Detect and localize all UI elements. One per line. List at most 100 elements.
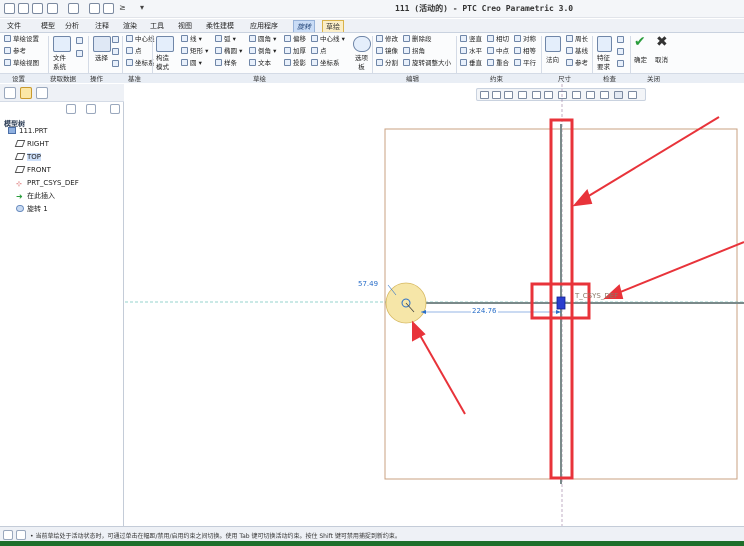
- dimension-reference-button[interactable]: 参考: [566, 59, 588, 68]
- file-system-button[interactable]: 文件 系统: [53, 54, 66, 72]
- perpendicular-constraint-button[interactable]: 垂直: [460, 59, 482, 68]
- quick-access-symbol[interactable]: ≥: [119, 3, 126, 12]
- chamfer-button[interactable]: 倒角 ▾: [249, 47, 276, 56]
- mirror-button[interactable]: 镜像: [376, 47, 398, 56]
- undo-icon[interactable]: [47, 3, 58, 14]
- tab-file[interactable]: 文件: [4, 20, 24, 32]
- regenerate-icon[interactable]: [89, 3, 100, 14]
- show-tree-icon[interactable]: [3, 530, 13, 540]
- tree-item-insert-here[interactable]: ➜ 在此插入: [16, 191, 55, 202]
- tab-render[interactable]: 渲染: [120, 20, 140, 32]
- delete-segment-button[interactable]: 删除段: [403, 35, 432, 44]
- cut-icon[interactable]: [112, 36, 121, 45]
- tree-item-revolve[interactable]: 旋转 1: [16, 204, 48, 215]
- construction-mode-button[interactable]: 构造 模式: [156, 54, 169, 72]
- tree-filter-icon[interactable]: [66, 104, 76, 114]
- datum-centerline-button[interactable]: 中心线: [126, 35, 155, 44]
- tab-revolve[interactable]: 旋转: [293, 20, 315, 32]
- horizontal-constraint-button[interactable]: 水平: [460, 47, 482, 56]
- show-browser-icon[interactable]: [16, 530, 26, 540]
- coincident-constraint-button[interactable]: 重合: [487, 59, 509, 68]
- group-dimension[interactable]: 尺寸: [558, 75, 571, 83]
- corner-button[interactable]: 拐角: [403, 47, 425, 56]
- cancel-x-icon[interactable]: ✖: [656, 34, 668, 50]
- file-system-icon[interactable]: [53, 36, 71, 52]
- offset-small-icon[interactable]: [76, 50, 85, 59]
- tree-item-right[interactable]: RIGHT: [14, 139, 49, 150]
- text-button[interactable]: 文本: [249, 59, 271, 68]
- tree-item-top[interactable]: TOP: [14, 152, 42, 163]
- tab-annotate[interactable]: 注释: [92, 20, 112, 32]
- diameter-dimension[interactable]: 57.49: [358, 280, 378, 288]
- windows-icon[interactable]: [103, 3, 114, 14]
- open-file-icon[interactable]: [18, 3, 29, 14]
- select-arrow-icon[interactable]: [93, 36, 111, 52]
- references-button[interactable]: 参考: [4, 47, 26, 56]
- group-operations[interactable]: 操作: [90, 75, 103, 83]
- palette-icon[interactable]: [353, 36, 371, 52]
- tangent-constraint-button[interactable]: 相切: [487, 35, 509, 44]
- offset-button[interactable]: 偏移: [284, 35, 306, 44]
- copy-icon[interactable]: [112, 48, 121, 57]
- spline-button[interactable]: 样条: [215, 59, 237, 68]
- vertical-constraint-button[interactable]: 竖直: [460, 35, 482, 44]
- redo-icon[interactable]: [68, 3, 79, 14]
- fillet-button[interactable]: 圆角 ▾: [249, 35, 276, 44]
- construction-mode-icon[interactable]: [156, 36, 174, 52]
- favorites-tab-icon[interactable]: [36, 87, 48, 99]
- palette-small-icon[interactable]: [76, 37, 85, 46]
- equal-constraint-button[interactable]: 相等: [514, 47, 536, 56]
- rectangle-button[interactable]: 矩形 ▾: [181, 47, 208, 56]
- feature-requirements-icon[interactable]: [597, 36, 612, 52]
- sketch-centerline-button[interactable]: 中心线 ▾: [311, 35, 345, 44]
- tab-view[interactable]: 视图: [175, 20, 195, 32]
- tree-columns-icon[interactable]: [110, 104, 120, 114]
- feature-requirements-button[interactable]: 特征 要求: [597, 54, 610, 72]
- circle-button[interactable]: 圆 ▾: [181, 59, 202, 68]
- paste-icon[interactable]: [112, 60, 121, 69]
- tab-analysis[interactable]: 分析: [62, 20, 82, 32]
- group-constrain[interactable]: 约束: [490, 75, 503, 83]
- tree-item-part[interactable]: 111.PRT: [8, 126, 47, 137]
- folder-browser-tab-icon[interactable]: [20, 87, 32, 99]
- overlap-geometry-icon[interactable]: [617, 36, 626, 45]
- perimeter-button[interactable]: 周长: [566, 35, 588, 44]
- tree-item-front[interactable]: FRONT: [14, 165, 51, 176]
- model-tree-tab-icon[interactable]: [4, 87, 16, 99]
- group-inspect[interactable]: 检查: [603, 75, 616, 83]
- tab-applications[interactable]: 应用程序: [247, 20, 281, 32]
- datum-point-button[interactable]: 点: [126, 47, 142, 56]
- ok-check-icon[interactable]: ✔: [634, 34, 646, 50]
- group-setup[interactable]: 设置: [12, 75, 25, 83]
- tree-item-csys[interactable]: ⊹ PRT_CSYS_DEF: [16, 178, 79, 189]
- thicken-button[interactable]: 加厚: [284, 47, 306, 56]
- normal-dimension-button[interactable]: 法向: [546, 56, 559, 65]
- line-button[interactable]: 线 ▾: [181, 35, 202, 44]
- palette-button[interactable]: 选项 板: [355, 54, 368, 72]
- sketch-csys-button[interactable]: 坐标系: [311, 59, 340, 68]
- shade-closed-loops-icon[interactable]: [617, 60, 626, 69]
- tree-settings-icon[interactable]: [86, 104, 96, 114]
- distance-dimension[interactable]: 224.76: [471, 307, 498, 315]
- tab-flexible-modeling[interactable]: 柔性建模: [203, 20, 237, 32]
- midpoint-constraint-button[interactable]: 中点: [487, 47, 509, 56]
- sketch-point-button[interactable]: 点: [311, 47, 327, 56]
- project-button[interactable]: 投影: [284, 59, 306, 68]
- new-file-icon[interactable]: [4, 3, 15, 14]
- select-button[interactable]: 选择: [95, 54, 108, 63]
- cancel-button[interactable]: 取消: [655, 56, 668, 65]
- quick-access-more[interactable]: ▾: [140, 3, 144, 12]
- sketch-setup-button[interactable]: 草绘设置: [4, 35, 39, 44]
- symmetric-constraint-button[interactable]: 对称: [514, 35, 536, 44]
- datum-csys-button[interactable]: 坐标系: [126, 59, 155, 68]
- ellipse-button[interactable]: 椭圆 ▾: [215, 47, 242, 56]
- modify-button[interactable]: 修改: [376, 35, 398, 44]
- tab-tools[interactable]: 工具: [147, 20, 167, 32]
- parallel-constraint-button[interactable]: 平行: [514, 59, 536, 68]
- rotate-resize-button[interactable]: 旋转调整大小: [403, 59, 451, 68]
- graphics-window[interactable]: 57.49 224.76 T_CSYS_DEF: [125, 84, 744, 526]
- sketch-view-button[interactable]: 草绘视图: [4, 59, 39, 68]
- divide-button[interactable]: 分割: [376, 59, 398, 68]
- arc-button[interactable]: 弧 ▾: [215, 35, 236, 44]
- ok-button[interactable]: 确定: [634, 56, 647, 65]
